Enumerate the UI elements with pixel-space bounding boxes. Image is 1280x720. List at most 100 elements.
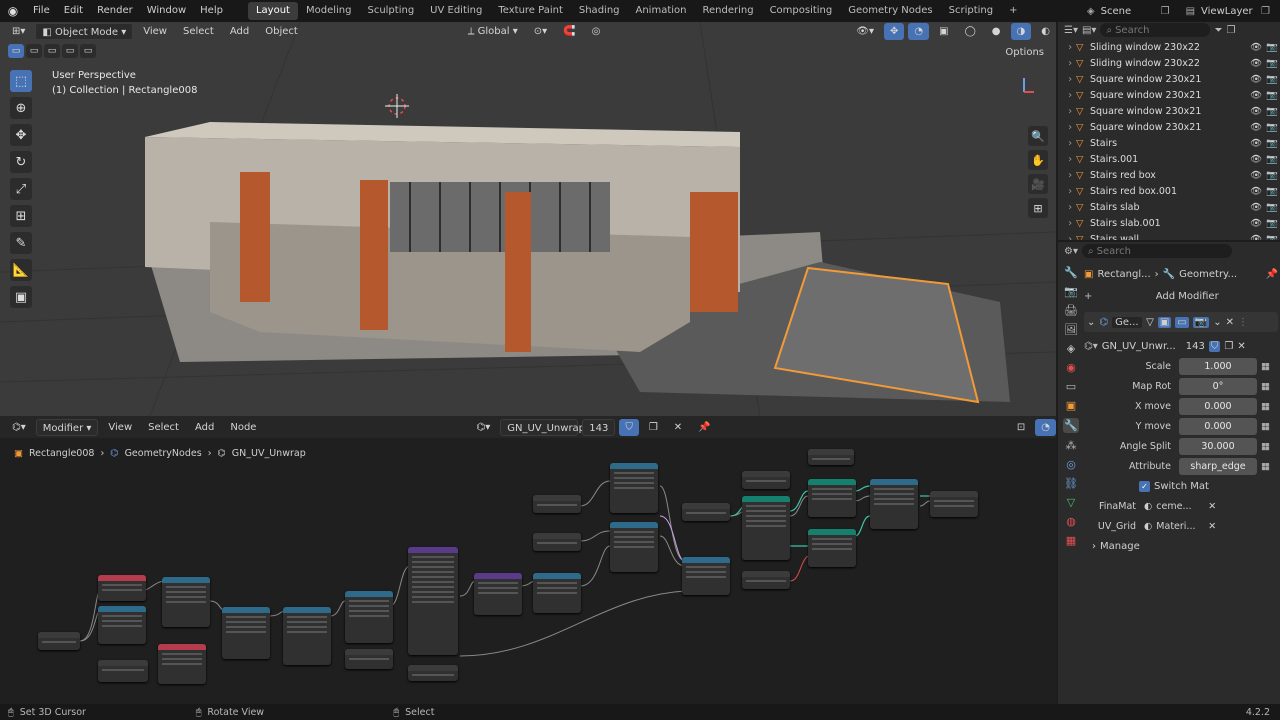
node-group-input-final[interactable]	[742, 571, 790, 589]
mode-dropdown[interactable]: ◧ Object Mode ▾	[35, 23, 134, 40]
shading-material-icon[interactable]: ◑	[1010, 23, 1032, 40]
xray-icon[interactable]: ▣	[933, 23, 954, 40]
properties-editor[interactable]: ⚙▾ ⌕ Search 🔧 📷 🖨 🖼 ◈ ◉ ▭ ▣ 🔧 ⁂ ◎ ⛓ ▽ ◍ …	[1058, 242, 1280, 704]
camera-icon[interactable]: 📷	[1266, 234, 1280, 241]
expand-chevron-icon[interactable]: ›	[1058, 218, 1076, 229]
outliner-display-icon[interactable]: ▤▾	[1082, 25, 1096, 36]
tab-layout[interactable]: Layout	[247, 2, 298, 20]
node-separate-xyz[interactable]	[533, 573, 581, 613]
camera-icon[interactable]: 📷	[1266, 42, 1280, 53]
outliner-item[interactable]: › ▽ Square window 230x21 👁 📷	[1058, 119, 1280, 135]
tab-texture-paint[interactable]: Texture Paint	[490, 2, 571, 20]
outliner-item[interactable]: › ▽ Sliding window 230x22 👁 📷	[1058, 55, 1280, 71]
3d-viewport[interactable]: ⊞▾ ◧ Object Mode ▾ View Select Add Objec…	[0, 22, 1056, 416]
camera-icon[interactable]: 📷	[1266, 170, 1280, 181]
add-workspace-icon[interactable]: +	[1001, 2, 1025, 20]
node-tree-icon[interactable]: ⌬▾	[1084, 341, 1098, 352]
modifier-input-field[interactable]: 30.000	[1179, 437, 1257, 455]
tab-animation[interactable]: Animation	[628, 2, 695, 20]
eye-icon[interactable]: 👁	[1250, 186, 1266, 197]
camera-icon[interactable]: 📷	[1266, 218, 1280, 229]
node-greater-than[interactable]	[162, 577, 210, 627]
viewport-menu-add[interactable]: Add	[224, 23, 255, 40]
viewport-toggle-icon[interactable]: ▭	[1175, 316, 1189, 328]
menu-render[interactable]: Render	[90, 0, 140, 22]
tab-shading[interactable]: Shading	[571, 2, 628, 20]
camera-icon[interactable]: 📷	[1266, 106, 1280, 117]
collapse-chevron-icon[interactable]: ⌄	[1087, 317, 1095, 328]
scale-tool-icon[interactable]: ⤢	[10, 178, 32, 200]
node-combine-xyz[interactable]	[682, 557, 730, 595]
expand-chevron-icon[interactable]: ›	[1058, 90, 1076, 101]
view-layer-name[interactable]: ViewLayer	[1201, 6, 1261, 17]
expand-chevron-icon[interactable]: ›	[1058, 58, 1076, 69]
node-scale[interactable]	[474, 573, 522, 615]
outliner-item[interactable]: › ▽ Stairs red box.001 👁 📷	[1058, 183, 1280, 199]
viewport-menu-object[interactable]: Object	[259, 23, 304, 40]
pivot-icon[interactable]: ⊙▾	[528, 23, 553, 40]
edit-mode-toggle-icon[interactable]: ▽	[1146, 317, 1154, 328]
select-invert-icon[interactable]: ▭	[62, 44, 78, 58]
tool-tab-icon[interactable]: 🔧	[1064, 266, 1078, 279]
node-group-output[interactable]	[930, 491, 978, 517]
visibility-icon[interactable]: 👁▾	[850, 23, 880, 40]
new-collection-icon[interactable]: ❐	[1226, 25, 1235, 36]
modifier-input-field[interactable]: 0.000	[1179, 397, 1257, 415]
eye-icon[interactable]: 👁	[1250, 234, 1266, 241]
eye-icon[interactable]: 👁	[1250, 154, 1266, 165]
snap-icon[interactable]: 🧲	[557, 23, 581, 40]
scene-name[interactable]: Scene	[1101, 6, 1161, 17]
node-pack-uv-islands[interactable]	[345, 591, 393, 643]
node-group-input-uv[interactable]	[742, 471, 790, 489]
outliner-item[interactable]: › ▽ Square window 230x21 👁 📷	[1058, 87, 1280, 103]
render-tab-icon[interactable]: 📷	[1064, 285, 1078, 298]
eye-icon[interactable]: 👁	[1250, 58, 1266, 69]
eye-icon[interactable]: 👁	[1250, 122, 1266, 133]
camera-icon[interactable]: 📷	[1266, 58, 1280, 69]
camera-icon[interactable]: 📷	[1266, 186, 1280, 197]
drag-handle-icon[interactable]: ⋮	[1238, 317, 1248, 328]
orientation-dropdown[interactable]: ⟂ Global ▾	[462, 23, 524, 40]
node-vector-rotate[interactable]	[408, 547, 458, 655]
node-group-input-3[interactable]	[345, 649, 393, 669]
scene-tab-icon[interactable]: ◈	[1067, 342, 1075, 355]
menu-help[interactable]: Help	[193, 0, 230, 22]
rotate-tool-icon[interactable]: ↻	[10, 151, 32, 173]
outliner[interactable]: ☰▾ ▤▾ ⌕ Search ⏷ ❐ › ▽ Sliding window 230x…	[1058, 22, 1280, 240]
expand-chevron-icon[interactable]: ›	[1058, 74, 1076, 85]
viewport-menu-view[interactable]: View	[137, 23, 173, 40]
node-add-y[interactable]	[610, 522, 658, 572]
physics-tab-icon[interactable]: ◎	[1066, 458, 1076, 471]
expand-chevron-icon[interactable]: ›	[1058, 122, 1076, 133]
select-box-tool-icon[interactable]: ⬚	[10, 70, 32, 92]
attribute-toggle-icon[interactable]: ▦	[1261, 401, 1270, 412]
tab-geometry-nodes[interactable]: Geometry Nodes	[840, 2, 940, 20]
outliner-search[interactable]: ⌕ Search	[1100, 23, 1211, 37]
add-modifier-button[interactable]: + Add Modifier	[1084, 286, 1278, 306]
expand-chevron-icon[interactable]: ›	[1058, 138, 1076, 149]
menu-edit[interactable]: Edit	[57, 0, 90, 22]
node-group-input-4[interactable]	[408, 665, 458, 681]
node-edge-angle[interactable]	[98, 575, 146, 601]
modifier-input-field[interactable]: 0°	[1179, 377, 1257, 395]
collection-tab-icon[interactable]: ▭	[1066, 380, 1076, 393]
scene-copy-icon[interactable]: ❐	[1161, 6, 1170, 17]
uv-grid-value[interactable]: Materi...	[1152, 521, 1208, 532]
eye-icon[interactable]: 👁	[1250, 74, 1266, 85]
remove-modifier-icon[interactable]: ✕	[1226, 317, 1234, 328]
unlink-icon[interactable]: ✕	[1237, 341, 1245, 352]
zoom-icon[interactable]: 🔍	[1028, 126, 1048, 146]
particles-tab-icon[interactable]: ⁂	[1066, 439, 1077, 452]
modifier-panel-header[interactable]: ⌄ ⌬ Ge... ▽ ▣ ▭ 📷 ⌄ ✕ ⋮	[1084, 312, 1278, 332]
node-add-x[interactable]	[610, 463, 658, 513]
tab-sculpting[interactable]: Sculpting	[359, 2, 422, 20]
camera-icon[interactable]: 📷	[1266, 90, 1280, 101]
properties-search[interactable]: ⌕ Search	[1081, 244, 1232, 258]
expand-chevron-icon[interactable]: ›	[1058, 154, 1076, 165]
node-switch[interactable]	[870, 479, 918, 529]
expand-chevron-icon[interactable]: ›	[1058, 202, 1076, 213]
expand-chevron-icon[interactable]: ›	[1058, 234, 1076, 241]
node-group-input-2[interactable]	[98, 660, 148, 682]
eye-icon[interactable]: 👁	[1250, 138, 1266, 149]
node-set-material-1[interactable]	[808, 479, 856, 517]
